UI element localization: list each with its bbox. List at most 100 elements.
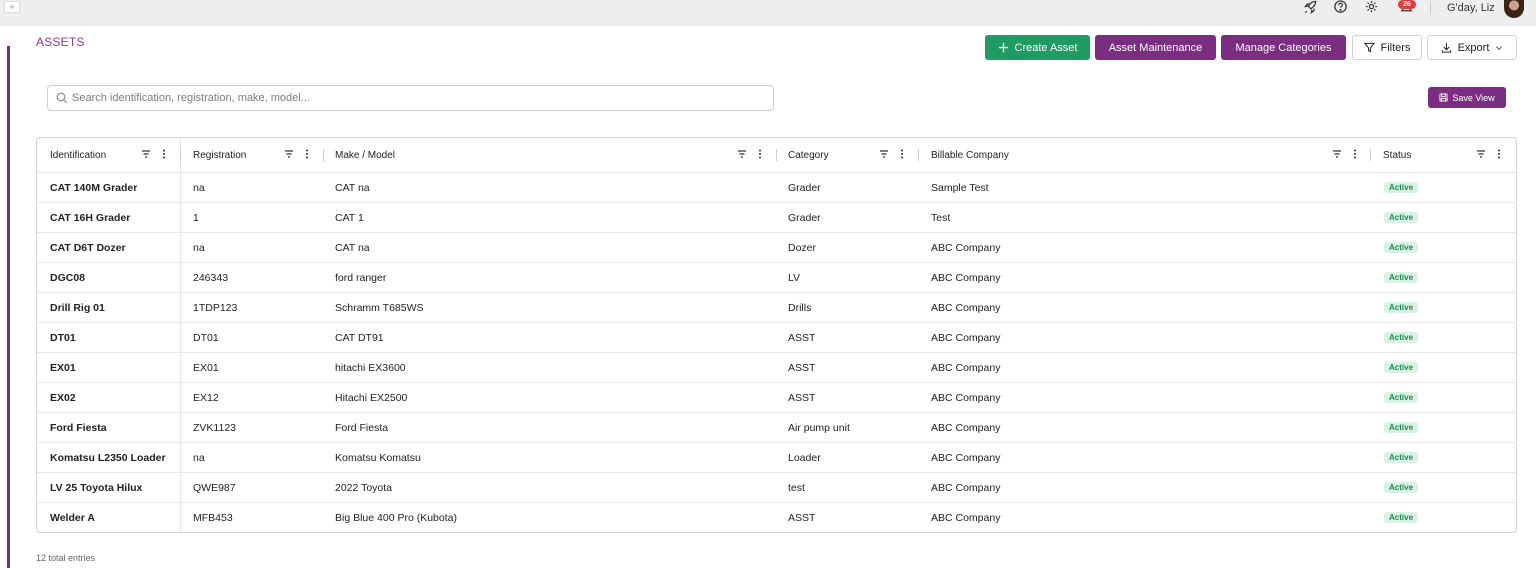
column-header-status[interactable]: Status [1370,138,1516,173]
cell-billable-company: Sample Test [931,182,989,194]
cell-identification[interactable]: EX01 [50,362,76,374]
user-greeting: G'day, Liz [1447,2,1495,14]
status-badge: Active [1384,362,1419,373]
cell-identification[interactable]: DGC08 [50,272,85,284]
manage-categories-button[interactable]: Manage Categories [1221,35,1346,60]
cell-identification[interactable]: Ford Fiesta [50,422,107,434]
cell-category: ASST [788,392,816,404]
cell-identification[interactable]: Welder A [50,512,95,524]
more-vertical-icon[interactable] [159,149,169,159]
table-row[interactable]: Ford Fiesta ZVK1123 Ford Fiesta Air pump… [37,413,1516,443]
sort-filter-icon[interactable] [1332,149,1342,159]
sidebar-accent-bar [7,46,10,568]
status-badge: Active [1384,242,1419,253]
table-row[interactable]: LV 25 Toyota Hilux QWE987 2022 Toyota te… [37,473,1516,503]
top-bar: « 26 G'day, Liz [0,0,1536,26]
table-row[interactable]: CAT D6T Dozer na CAT na Dozer ABC Compan… [37,233,1516,263]
cell-make-model: ford ranger [335,272,387,284]
more-vertical-icon[interactable] [755,149,765,159]
table-row[interactable]: CAT 140M Grader na CAT na Grader Sample … [37,173,1516,203]
status-badge: Active [1384,272,1419,283]
cell-registration: 1TDP123 [193,302,238,314]
more-vertical-icon[interactable] [1350,149,1360,159]
cell-identification[interactable]: EX02 [50,392,76,404]
cell-make-model: Big Blue 400 Pro (Kubota) [335,512,457,524]
column-label: Billable Company [931,150,1009,161]
rocket-icon[interactable] [1303,0,1319,15]
column-label: Make / Model [335,150,396,161]
column-header-category[interactable]: Category [775,138,918,173]
more-vertical-icon[interactable] [302,149,312,159]
avatar[interactable] [1504,0,1524,18]
status-badge: Active [1384,392,1419,403]
cell-category: Drills [788,302,812,314]
column-header-billable-company[interactable]: Billable Company [918,138,1370,173]
more-vertical-icon[interactable] [897,149,907,159]
table-row[interactable]: Komatsu L2350 Loader na Komatsu Komatsu … [37,443,1516,473]
cell-make-model: Hitachi EX2500 [335,392,408,404]
sort-filter-icon[interactable] [879,149,889,159]
cell-registration: DT01 [193,332,219,344]
cell-registration: ZVK1123 [193,422,236,434]
column-header-identification[interactable]: Identification [37,138,180,173]
help-icon[interactable] [1333,0,1349,14]
table-row[interactable]: DGC08 246343 ford ranger LV ABC Company … [37,263,1516,293]
status-badge: Active [1384,332,1419,343]
filters-button[interactable]: Filters [1352,35,1422,60]
cell-identification[interactable]: CAT D6T Dozer [50,242,126,254]
cell-registration: 1 [193,212,199,224]
column-label: Registration [193,150,247,161]
asset-maintenance-button[interactable]: Asset Maintenance [1095,35,1216,60]
cell-identification[interactable]: Drill Rig 01 [50,302,105,314]
more-vertical-icon[interactable] [1494,149,1504,159]
cell-identification[interactable]: LV 25 Toyota Hilux [50,482,142,494]
table-row[interactable]: DT01 DT01 CAT DT91 ASST ABC Company Acti… [37,323,1516,353]
table-row[interactable]: EX02 EX12 Hitachi EX2500 ASST ABC Compan… [37,383,1516,413]
cell-billable-company: ABC Company [931,362,1001,374]
search-icon [56,92,68,104]
topbar-divider [1430,1,1431,15]
table-row[interactable]: Drill Rig 01 1TDP123 Schramm T685WS Dril… [37,293,1516,323]
cell-billable-company: ABC Company [931,482,1001,494]
cell-make-model: CAT na [335,182,370,194]
column-label: Identification [50,150,107,161]
cell-registration: MFB453 [193,512,233,524]
sort-filter-icon[interactable] [1476,149,1486,159]
export-button[interactable]: Export [1427,35,1517,60]
cell-billable-company: ABC Company [931,332,1001,344]
cell-identification[interactable]: CAT 16H Grader [50,212,130,224]
cell-identification[interactable]: DT01 [50,332,76,344]
sort-filter-icon[interactable] [284,149,294,159]
search-box [47,85,774,111]
save-icon [1439,93,1448,102]
cell-registration: na [193,452,205,464]
cell-identification[interactable]: CAT 140M Grader [50,182,137,194]
collapse-sidebar-button[interactable]: « [4,1,20,13]
table-row[interactable]: EX01 EX01 hitachi EX3600 ASST ABC Compan… [37,353,1516,383]
plus-icon [998,42,1008,53]
status-badge: Active [1384,452,1419,463]
cell-category: LV [788,272,801,284]
status-badge: Active [1384,302,1419,313]
status-badge: Active [1384,212,1419,223]
cell-make-model: CAT 1 [335,212,364,224]
cell-registration: QWE987 [193,482,236,494]
gear-icon[interactable] [1364,0,1380,14]
save-view-button[interactable]: Save View [1428,87,1506,108]
cell-identification[interactable]: Komatsu L2350 Loader [50,452,166,464]
table-row[interactable]: Welder A MFB453 Big Blue 400 Pro (Kubota… [37,503,1516,532]
download-icon [1441,42,1451,53]
cell-category: Dozer [788,242,817,254]
cell-registration: na [193,182,205,194]
status-badge: Active [1384,512,1419,523]
column-header-registration[interactable]: Registration [180,138,323,173]
sort-filter-icon[interactable] [737,149,747,159]
filters-label: Filters [1380,41,1411,54]
cell-billable-company: ABC Company [931,392,1001,404]
column-header-make-model[interactable]: Make / Model [322,138,775,173]
cell-billable-company: ABC Company [931,422,1001,434]
search-input[interactable] [72,92,752,104]
create-asset-button[interactable]: Create Asset [985,35,1090,60]
sort-filter-icon[interactable] [141,149,151,159]
table-row[interactable]: CAT 16H Grader 1 CAT 1 Grader Test Activ… [37,203,1516,233]
